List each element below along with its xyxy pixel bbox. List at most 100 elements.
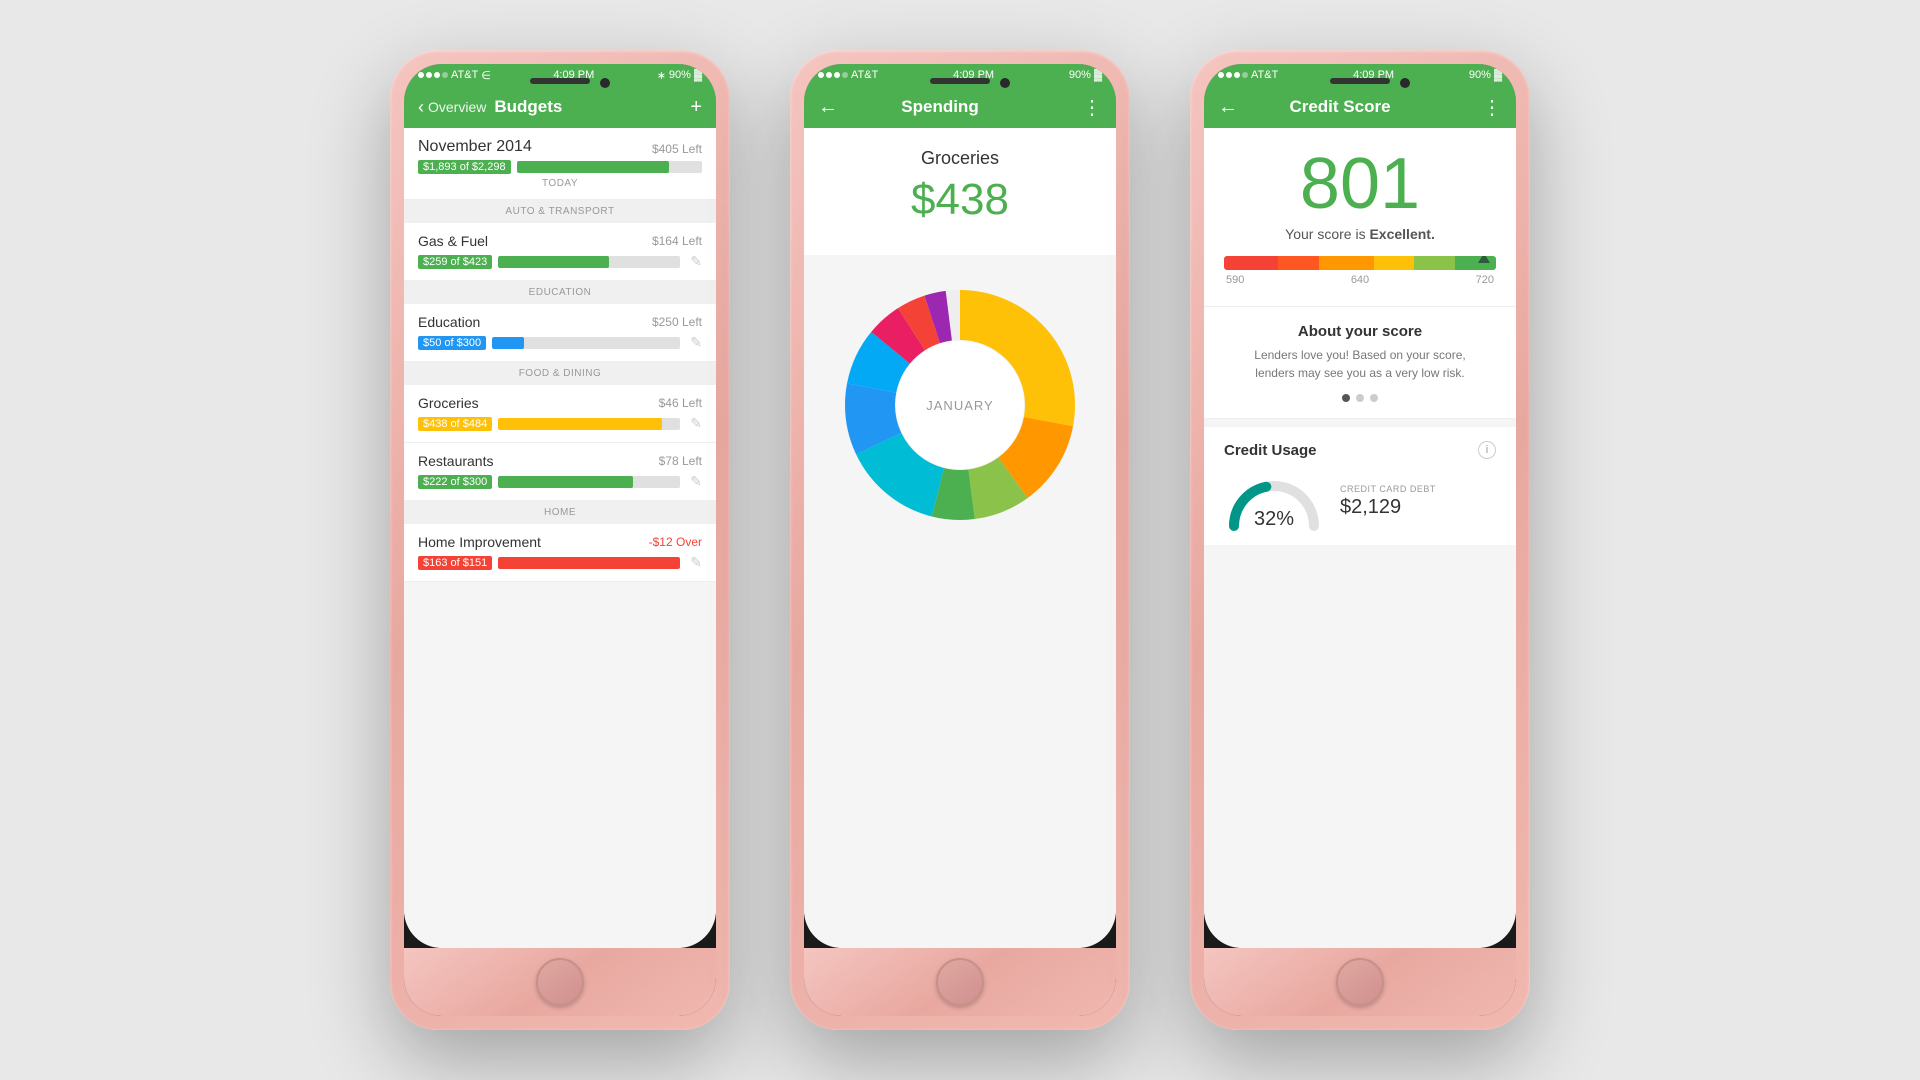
home-button-area [404,948,716,1016]
budgets-screen: AT&T ∈ 4:09 PM ∗ 90% ▓ ‹ Overview [404,64,716,948]
credit-content: 801 Your score is Excellent. [1204,128,1516,948]
score-quality: Excellent. [1369,226,1434,242]
home-improvement-progress-bar [498,557,680,569]
credit-score-label: Your score is Excellent. [1224,226,1496,242]
home-button-2[interactable] [936,958,984,1006]
about-score-section: About your score Lenders love you! Based… [1204,307,1516,419]
home-improvement-edit-icon[interactable]: ✎ [690,554,702,571]
home-improvement-progress-label: $163 of $151 [418,556,492,570]
restaurants-item[interactable]: Restaurants $78 Left $222 of $300 ✎ [404,443,716,501]
spending-amount: $438 [818,175,1102,225]
credit-score-section: 801 Your score is Excellent. [1204,128,1516,307]
score-label-720: 720 [1476,274,1494,286]
speaker-2 [930,78,990,84]
home-button-area-2 [804,948,1116,1016]
camera [600,78,610,88]
back-button[interactable]: ‹ Overview [418,98,486,116]
education-header: EDUCATION [404,281,716,304]
about-score-text: Lenders love you! Based on your score,le… [1224,346,1496,382]
november-progress-fill [517,161,669,173]
home-button-3[interactable] [1336,958,1384,1006]
score-bar-container: 590 640 720 [1224,256,1496,286]
credit-nav-title: Credit Score [1204,97,1482,117]
credit-usage-header: Credit Usage i [1224,441,1496,459]
score-seg-6 [1455,256,1496,270]
home-improvement-left: -$12 Over [649,535,702,549]
score-label-text: Your score is [1285,226,1369,242]
gas-fuel-progress-label: $259 of $423 [418,255,492,269]
phone-budgets: AT&T ∈ 4:09 PM ∗ 90% ▓ ‹ Overview [390,50,730,1030]
back-arrow-icon: ‹ [418,98,424,116]
gauge-percent: 32% [1224,508,1324,531]
spending-content: Groceries $438 [804,128,1116,948]
education-name: Education [418,314,480,330]
score-label-590: 590 [1226,274,1244,286]
dot-3 [1370,394,1378,402]
add-budget-button[interactable]: + [690,96,702,119]
score-pointer [1478,256,1490,263]
credit-usage-info-icon[interactable]: i [1478,441,1496,459]
speaker [530,78,590,84]
credit-usage-title: Credit Usage [1224,442,1317,459]
score-seg-5 [1414,256,1455,270]
groceries-left: $46 Left [659,396,702,410]
spending-category: Groceries [818,148,1102,169]
home-improvement-item[interactable]: Home Improvement -$12 Over $163 of $151 … [404,524,716,582]
november-progress-bar [517,161,702,173]
credit-card-debt: CREDIT CARD DEBT $2,129 [1340,484,1436,519]
credit-screen: AT&T 4:09 PM 90% ▓ ← Credit Score ⋮ [1204,64,1516,948]
gas-fuel-progress-bar [498,256,680,268]
score-seg-3 [1319,256,1373,270]
phone-spending: AT&T 4:09 PM 90% ▓ ← Spending ⋮ [790,50,1130,1030]
gas-fuel-name: Gas & Fuel [418,233,488,249]
education-edit-icon[interactable]: ✎ [690,334,702,351]
gas-fuel-left: $164 Left [652,234,702,248]
gauge: 32% [1224,471,1324,531]
about-score-title: About your score [1224,323,1496,340]
spending-screen: AT&T 4:09 PM 90% ▓ ← Spending ⋮ [804,64,1116,948]
credit-score-number: 801 [1224,148,1496,220]
spending-menu-icon[interactable]: ⋮ [1082,95,1102,120]
groceries-item[interactable]: Groceries $46 Left $438 of $484 ✎ [404,385,716,443]
credit-nav-bar: ← Credit Score ⋮ [1204,86,1516,128]
home-button[interactable] [536,958,584,1006]
november-overview: November 2014 $405 Left $1,893 of $2,298… [404,128,716,200]
score-seg-2 [1278,256,1319,270]
home-header: HOME [404,501,716,524]
gas-fuel-item[interactable]: Gas & Fuel $164 Left $259 of $423 ✎ [404,223,716,281]
restaurants-progress-bar [498,476,680,488]
back-label: Overview [428,99,486,115]
restaurants-edit-icon[interactable]: ✎ [690,473,702,490]
spending-nav-title: Spending [804,97,1082,117]
budgets-content: November 2014 $405 Left $1,893 of $2,298… [404,128,716,948]
phones-container: AT&T ∈ 4:09 PM ∗ 90% ▓ ‹ Overview [390,50,1530,1030]
budgets-nav-title: Budgets [494,97,690,117]
restaurants-name: Restaurants [418,453,493,469]
dot-1 [1342,394,1350,402]
home-improvement-name: Home Improvement [418,534,541,550]
speaker-3 [1330,78,1390,84]
phone-credit: AT&T 4:09 PM 90% ▓ ← Credit Score ⋮ [1190,50,1530,1030]
today-label: TODAY [418,174,702,189]
restaurants-left: $78 Left [659,454,702,468]
education-progress-label: $50 of $300 [418,336,486,350]
donut-container: JANUARY [804,255,1116,555]
svg-text:JANUARY: JANUARY [926,398,993,413]
groceries-progress-label: $438 of $484 [418,417,492,431]
score-seg-4 [1374,256,1415,270]
dot-2 [1356,394,1364,402]
spending-chart: JANUARY [830,275,1090,535]
camera-3 [1400,78,1410,88]
auto-transport-header: AUTO & TRANSPORT [404,200,716,223]
education-item[interactable]: Education $250 Left $50 of $300 ✎ [404,304,716,362]
gas-fuel-edit-icon[interactable]: ✎ [690,253,702,270]
groceries-progress-bar [498,418,680,430]
score-seg-1 [1224,256,1278,270]
score-bar [1224,256,1496,270]
home-button-area-3 [1204,948,1516,1016]
camera-2 [1000,78,1010,88]
spending-nav-bar: ← Spending ⋮ [804,86,1116,128]
groceries-edit-icon[interactable]: ✎ [690,415,702,432]
page-dots [1224,394,1496,402]
credit-menu-icon[interactable]: ⋮ [1482,95,1502,120]
